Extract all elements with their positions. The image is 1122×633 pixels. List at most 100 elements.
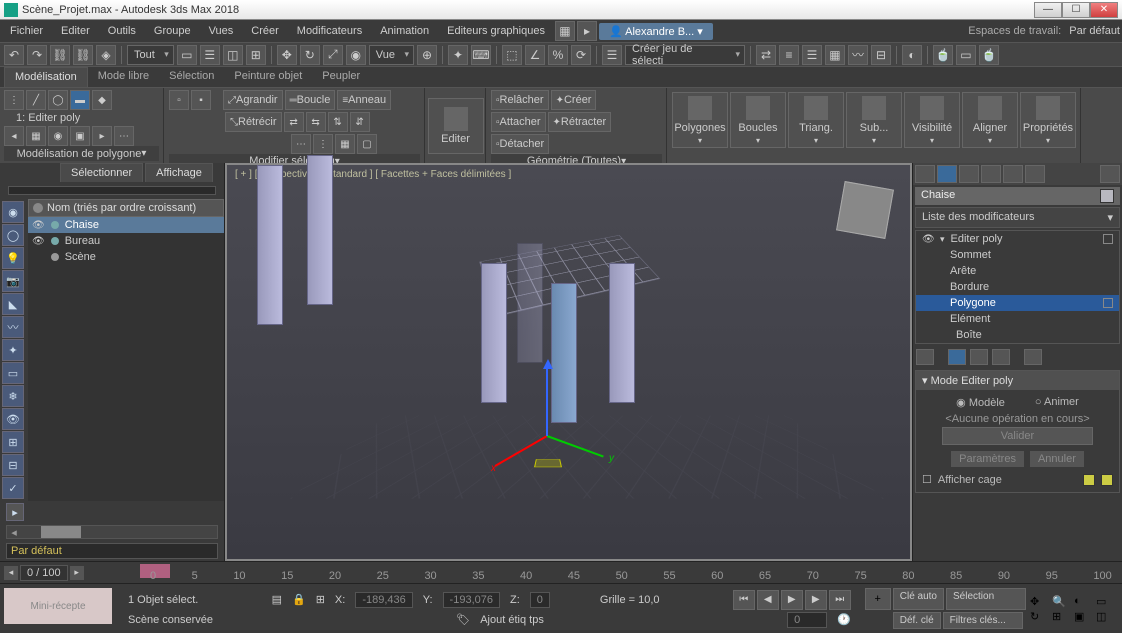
render-setup-icon[interactable]: 🍵 [933, 45, 953, 65]
outline-sel-icon[interactable]: ▢ [357, 134, 377, 154]
account-button[interactable]: 👤 Alexandre B... ▾ [599, 23, 713, 40]
coord-icon[interactable]: ⊞ [316, 593, 325, 606]
filter-container-icon[interactable]: ▭ [2, 362, 24, 384]
list-item-chaise[interactable]: 👁Chaise [28, 217, 224, 233]
edge-icon[interactable]: ╱ [26, 90, 46, 110]
align-icon[interactable]: ≡ [779, 45, 799, 65]
select-region-icon[interactable]: ◫ [223, 45, 243, 65]
ring-shift-icon[interactable]: ⇅ [328, 112, 348, 132]
filter-geom-icon[interactable]: ◉ [2, 201, 24, 223]
keymode-select[interactable]: Sélection [946, 588, 1026, 610]
loop-shift2-icon[interactable]: ⇆ [306, 112, 326, 132]
filter-helper-icon[interactable]: ◣ [2, 293, 24, 315]
bind-icon[interactable]: ◈ [96, 45, 116, 65]
render-icon[interactable]: 🍵 [979, 45, 999, 65]
set-key-icon[interactable]: + [865, 588, 891, 610]
wrench-icon[interactable] [1100, 165, 1120, 183]
anneau-button[interactable]: ≡ Anneau [337, 90, 391, 110]
frame-prev-button[interactable]: ◂ [4, 566, 18, 580]
remove-mod-icon[interactable] [992, 349, 1010, 365]
scrollbar[interactable]: ◂ [6, 525, 218, 539]
nav-max-icon[interactable]: ▣ [1074, 610, 1094, 623]
selection-filter[interactable]: Tout [127, 45, 174, 65]
valider-button[interactable]: Valider [942, 427, 1093, 445]
nav-zoom-icon[interactable]: 🔍 [1052, 595, 1072, 608]
current-frame-field[interactable]: 0 [787, 612, 827, 628]
stack-editer-poly[interactable]: 👁▾Editer poly [916, 231, 1119, 247]
radio-modele[interactable]: ◉ Modèle [956, 396, 1005, 409]
agrandir-button[interactable]: ⤢ Agrandir [223, 90, 283, 110]
ribbon-toggle-icon[interactable]: ▦ [825, 45, 845, 65]
menu-editeurs[interactable]: Editeurs graphiques [439, 22, 553, 40]
polygon-icon[interactable]: ▬ [70, 90, 90, 110]
setkey-button[interactable]: Déf. clé [893, 612, 941, 629]
curve-editor-icon[interactable]: 〰 [848, 45, 868, 65]
stack-polygone[interactable]: Polygone [916, 295, 1119, 311]
mini-listener[interactable]: Mini-récepte [4, 588, 112, 624]
unlink-icon[interactable]: ⛓ [73, 45, 93, 65]
ribbon-tab-peupler[interactable]: Peupler [312, 67, 370, 87]
move-icon[interactable]: ✥ [277, 45, 297, 65]
mirror-icon[interactable]: ⇄ [756, 45, 776, 65]
material-icon[interactable]: ◐ [902, 45, 922, 65]
coord-system[interactable]: Vue [369, 45, 414, 65]
scale-icon[interactable]: ⤢ [323, 45, 343, 65]
filter-space-icon[interactable]: 〰 [2, 316, 24, 338]
annuler-button[interactable]: Annuler [1030, 451, 1084, 467]
color-swatch[interactable] [1100, 189, 1114, 203]
prev-frame-button[interactable]: ◀ [757, 590, 779, 610]
retrecir-button[interactable]: ⤡ Rétrécir [225, 112, 282, 132]
prev-mod-icon[interactable]: ◂ [4, 126, 24, 146]
lock-icon[interactable]: ▤ [272, 593, 282, 606]
ring-shift2-icon[interactable]: ⇵ [350, 112, 370, 132]
object-name-field[interactable]: Chaise [915, 187, 1120, 205]
stack-sommet[interactable]: Sommet [916, 247, 1119, 263]
filter-bone-icon[interactable]: ✦ [2, 339, 24, 361]
subdiv-button[interactable]: Sub...▾ [846, 92, 902, 148]
filter-shape-icon[interactable]: ◯ [2, 224, 24, 246]
motion-tab-icon[interactable] [981, 165, 1001, 183]
render-frame-icon[interactable]: ▭ [956, 45, 976, 65]
maximize-button[interactable]: ☐ [1062, 2, 1090, 18]
x-field[interactable]: -189,436 [355, 592, 412, 608]
goto-start-button[interactable]: ⏮ [733, 590, 755, 610]
spinner-snap-icon[interactable]: ⟳ [571, 45, 591, 65]
close-button[interactable]: ✕ [1090, 2, 1118, 18]
cage-checkbox[interactable]: ☐ [922, 473, 932, 486]
group-modpoly[interactable]: Modélisation de polygone ▾ [4, 146, 159, 161]
menu-vues[interactable]: Vues [201, 22, 242, 40]
goto-end-button[interactable]: ⏭ [829, 590, 851, 610]
retracter-button[interactable]: ✦ Rétracter [548, 112, 612, 132]
select-icon[interactable]: ▭ [177, 45, 197, 65]
shrink-icon[interactable]: ▫ [169, 90, 189, 110]
viewport[interactable]: [ + ] [ Perspective ] [ Standard ] [ Fac… [225, 163, 912, 561]
next-frame-button[interactable]: ▶ [805, 590, 827, 610]
stack-element[interactable]: Elément [916, 311, 1119, 327]
help-icon[interactable]: ▸ [577, 21, 597, 41]
cage-icon[interactable]: ▦ [26, 126, 46, 146]
undo-icon[interactable]: ↶ [4, 45, 24, 65]
filter-xref-icon[interactable]: ⊟ [2, 454, 24, 476]
percent-snap-icon[interactable]: % [548, 45, 568, 65]
creer-button[interactable]: ✦ Créer [551, 90, 597, 110]
menu-creer[interactable]: Créer [243, 22, 287, 40]
ribbon-tab-modelibre[interactable]: Mode libre [88, 67, 159, 87]
filter-light-icon[interactable]: 💡 [2, 247, 24, 269]
script-icon[interactable]: ▦ [555, 21, 575, 41]
filter-frozen-icon[interactable]: ❄ [2, 385, 24, 407]
minimize-button[interactable]: — [1034, 2, 1062, 18]
pivot-icon[interactable]: ⊕ [417, 45, 437, 65]
selection-set[interactable]: Créer jeu de sélecti [625, 45, 745, 65]
nav-orbit-icon[interactable]: ↻ [1030, 610, 1050, 623]
angle-snap-icon[interactable]: ∠ [525, 45, 545, 65]
hierarchy-tab-icon[interactable] [959, 165, 979, 183]
stack-boite[interactable]: Boîte [916, 327, 1119, 343]
configure-sets-icon[interactable] [1024, 349, 1042, 365]
display-tab-icon[interactable] [1003, 165, 1023, 183]
fill-sel-icon[interactable]: ▦ [335, 134, 355, 154]
filter-all-icon[interactable]: ✓ [2, 477, 24, 499]
aligner-button[interactable]: Aligner▾ [962, 92, 1018, 148]
menu-groupe[interactable]: Groupe [146, 22, 199, 40]
visibility-icon[interactable]: 👁 [32, 236, 45, 247]
time-config-icon[interactable]: 🕐 [837, 613, 851, 626]
